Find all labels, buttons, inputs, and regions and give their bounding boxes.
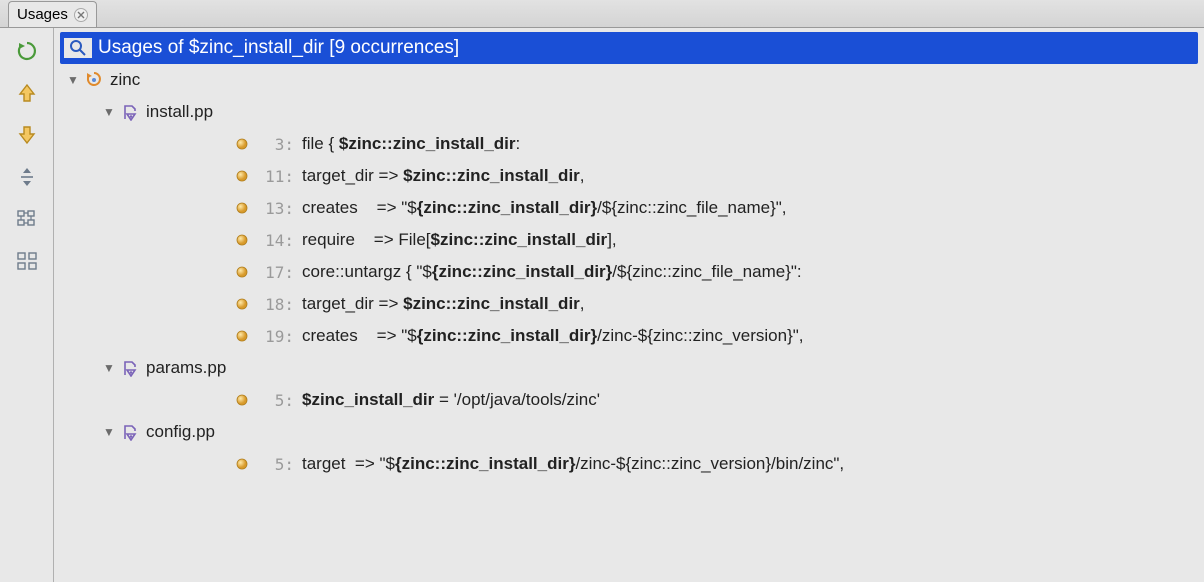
- line-number: 5:: [254, 391, 302, 410]
- usage-dot-icon: [230, 170, 254, 182]
- usages-tree: Usages of $zinc_install_dir [9 occurrenc…: [54, 28, 1204, 582]
- line-number: 17:: [254, 263, 302, 282]
- code-snippet: core::untargz { "${zinc::zinc_install_di…: [302, 262, 802, 282]
- usage-row[interactable]: 5:target => "${zinc::zinc_install_dir}/z…: [60, 448, 1198, 480]
- code-snippet: require => File[$zinc::zinc_install_dir]…: [302, 230, 617, 250]
- chevron-down-icon[interactable]: ▼: [64, 73, 82, 87]
- search-icon: [64, 38, 92, 58]
- tab-label: Usages: [17, 6, 68, 23]
- usage-dot-icon: [230, 202, 254, 214]
- chevron-down-icon[interactable]: ▼: [100, 105, 118, 119]
- line-number: 18:: [254, 295, 302, 314]
- file-row[interactable]: ▼ config.pp: [60, 416, 1198, 448]
- usage-dot-icon: [230, 298, 254, 310]
- usage-row[interactable]: 17:core::untargz { "${zinc::zinc_install…: [60, 256, 1198, 288]
- line-number: 5:: [254, 455, 302, 474]
- line-number: 13:: [254, 199, 302, 218]
- puppet-file-icon: [118, 103, 142, 121]
- usage-dot-icon: [230, 330, 254, 342]
- usage-dot-icon: [230, 394, 254, 406]
- file-label: config.pp: [142, 422, 215, 442]
- usage-row[interactable]: 13:creates => "${zinc::zinc_install_dir}…: [60, 192, 1198, 224]
- side-toolbar: [0, 28, 54, 582]
- code-snippet: target_dir => $zinc::zinc_install_dir,: [302, 166, 585, 186]
- header-title: Usages of $zinc_install_dir [9 occurrenc…: [92, 37, 459, 59]
- file-label: params.pp: [142, 358, 226, 378]
- group-by-button[interactable]: [14, 206, 40, 232]
- usage-row[interactable]: 5:$zinc_install_dir = '/opt/java/tools/z…: [60, 384, 1198, 416]
- rerun-button[interactable]: [14, 38, 40, 64]
- file-row[interactable]: ▼ install.pp: [60, 96, 1198, 128]
- usage-row[interactable]: 14:require => File[$zinc::zinc_install_d…: [60, 224, 1198, 256]
- module-row[interactable]: ▼ zinc: [60, 64, 1198, 96]
- usage-row[interactable]: 3:file { $zinc::zinc_install_dir:: [60, 128, 1198, 160]
- main: Usages of $zinc_install_dir [9 occurrenc…: [0, 28, 1204, 582]
- layout-button[interactable]: [14, 248, 40, 274]
- file-row[interactable]: ▼ params.pp: [60, 352, 1198, 384]
- line-number: 19:: [254, 327, 302, 346]
- line-number: 3:: [254, 135, 302, 154]
- line-number: 14:: [254, 231, 302, 250]
- usage-dot-icon: [230, 266, 254, 278]
- chevron-down-icon[interactable]: ▼: [100, 425, 118, 439]
- usages-header[interactable]: Usages of $zinc_install_dir [9 occurrenc…: [60, 32, 1198, 64]
- code-snippet: creates => "${zinc::zinc_install_dir}/${…: [302, 198, 787, 218]
- code-snippet: target => "${zinc::zinc_install_dir}/zin…: [302, 454, 844, 474]
- puppet-file-icon: [118, 423, 142, 441]
- module-icon: [82, 71, 106, 89]
- code-snippet: $zinc_install_dir = '/opt/java/tools/zin…: [302, 390, 600, 410]
- close-icon[interactable]: [74, 8, 88, 22]
- tab-bar: Usages: [0, 0, 1204, 28]
- next-occurrence-button[interactable]: [14, 122, 40, 148]
- chevron-down-icon[interactable]: ▼: [100, 361, 118, 375]
- tab-usages[interactable]: Usages: [8, 1, 97, 27]
- code-snippet: file { $zinc::zinc_install_dir:: [302, 134, 520, 154]
- usage-row[interactable]: 11:target_dir => $zinc::zinc_install_dir…: [60, 160, 1198, 192]
- previous-occurrence-button[interactable]: [14, 80, 40, 106]
- module-label: zinc: [106, 70, 140, 90]
- usage-dot-icon: [230, 234, 254, 246]
- code-snippet: target_dir => $zinc::zinc_install_dir,: [302, 294, 585, 314]
- collapse-all-button[interactable]: [14, 164, 40, 190]
- puppet-file-icon: [118, 359, 142, 377]
- file-label: install.pp: [142, 102, 213, 122]
- line-number: 11:: [254, 167, 302, 186]
- usage-dot-icon: [230, 138, 254, 150]
- usage-dot-icon: [230, 458, 254, 470]
- usage-row[interactable]: 18:target_dir => $zinc::zinc_install_dir…: [60, 288, 1198, 320]
- usage-row[interactable]: 19:creates => "${zinc::zinc_install_dir}…: [60, 320, 1198, 352]
- code-snippet: creates => "${zinc::zinc_install_dir}/zi…: [302, 326, 804, 346]
